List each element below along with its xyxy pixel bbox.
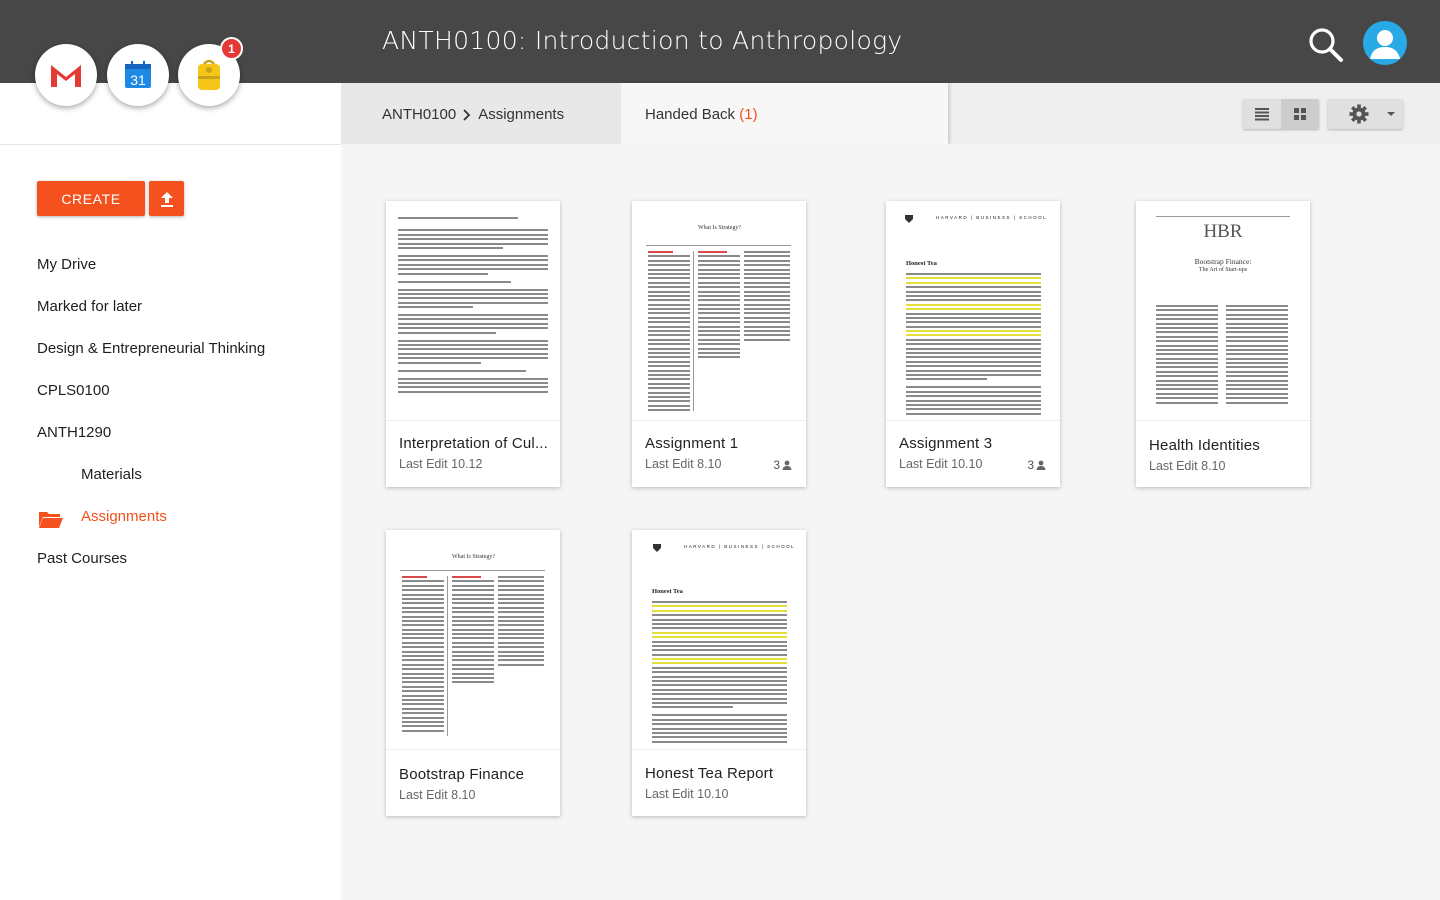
sidebar-item-assignments[interactable]: Assignments bbox=[81, 508, 167, 525]
assignment-card-honest-tea-report[interactable]: HARVARD | BUSINESS | SCHOOL Honest Tea H… bbox=[632, 530, 806, 816]
breadcrumb: ANTH0100 Assignments bbox=[382, 106, 564, 123]
shield-icon bbox=[905, 215, 913, 223]
page-title: ANTH0100: Introduction to Anthropology bbox=[382, 26, 903, 55]
doc-heading: What Is Strategy? bbox=[452, 554, 495, 560]
calendar-app-button[interactable]: 31 bbox=[107, 44, 169, 106]
assignment-card-assignment-3[interactable]: HARVARD | BUSINESS | SCHOOL Honest Tea A… bbox=[886, 201, 1060, 487]
shared-count: 3 bbox=[773, 458, 792, 472]
text-lines bbox=[398, 217, 548, 395]
list-view-icon bbox=[1255, 108, 1269, 121]
person-icon bbox=[1036, 460, 1046, 470]
notification-badge: 1 bbox=[220, 37, 243, 60]
hbr-title: Bootstrap Finance: bbox=[1194, 257, 1252, 266]
assignment-card-bootstrap-finance[interactable]: What Is Strategy? Bootstrap Finance Last… bbox=[386, 530, 560, 816]
card-date: Last Edit 8.10 bbox=[1149, 459, 1226, 473]
document-thumbnail: HARVARD | BUSINESS | SCHOOL Honest Tea bbox=[886, 201, 1060, 421]
card-title: Health Identities bbox=[1149, 437, 1260, 454]
card-title: Honest Tea Report bbox=[645, 765, 774, 782]
document-thumbnail: What Is Strategy? bbox=[386, 530, 560, 750]
card-title: Assignment 3 bbox=[899, 435, 993, 452]
assignment-card-interpretation[interactable]: Interpretation of Cul... Last Edit 10.12 bbox=[386, 201, 560, 487]
shared-count-value: 3 bbox=[1027, 458, 1034, 472]
document-thumbnail bbox=[386, 201, 560, 421]
sidebar: CREATE My Drive Marked for later Design … bbox=[0, 83, 341, 900]
breadcrumb-course[interactable]: ANTH0100 bbox=[382, 106, 456, 123]
card-date: Last Edit 8.10 bbox=[399, 788, 476, 802]
hbr-subtitle: The Art of Start-ups bbox=[1198, 267, 1248, 273]
breadcrumb-assignments[interactable]: Assignments bbox=[478, 106, 564, 123]
search-button[interactable] bbox=[1306, 24, 1346, 64]
sidebar-item-materials[interactable]: Materials bbox=[81, 466, 142, 483]
upload-icon bbox=[160, 191, 173, 207]
gmail-app-button[interactable] bbox=[35, 44, 97, 106]
doc-heading: Honest Tea bbox=[652, 588, 683, 595]
hbs-header: HARVARD | BUSINESS | SCHOOL bbox=[684, 544, 796, 549]
avatar[interactable] bbox=[1363, 21, 1407, 65]
handed-back-count: (1) bbox=[739, 106, 758, 123]
grid-view-icon bbox=[1294, 108, 1306, 120]
sidebar-item-design-entrepreneurial-thinking[interactable]: Design & Entrepreneurial Thinking bbox=[37, 340, 265, 357]
backpack-icon bbox=[198, 59, 220, 90]
content-area: ANTH0100 Assignments Handed Back (1) Int… bbox=[341, 83, 1440, 900]
sidebar-divider bbox=[0, 144, 341, 145]
shared-count-value: 3 bbox=[773, 458, 780, 472]
card-title: Bootstrap Finance bbox=[399, 766, 525, 783]
handed-back-text: Handed Back bbox=[645, 106, 736, 123]
chevron-right-icon bbox=[463, 108, 471, 121]
grid-view-button[interactable] bbox=[1281, 99, 1319, 129]
sidebar-item-past-courses[interactable]: Past Courses bbox=[37, 550, 127, 567]
sidebar-item-anth1290[interactable]: ANTH1290 bbox=[37, 424, 111, 441]
shared-count: 3 bbox=[1027, 458, 1046, 472]
shield-icon bbox=[653, 544, 661, 552]
card-date: Last Edit 10.12 bbox=[399, 457, 483, 471]
doc-heading: What Is Strategy? bbox=[698, 225, 741, 231]
document-thumbnail: HBR Bootstrap Finance: The Art of Start-… bbox=[1136, 201, 1310, 421]
person-icon bbox=[782, 460, 792, 470]
list-view-button[interactable] bbox=[1243, 99, 1281, 129]
settings-dropdown[interactable] bbox=[1328, 99, 1403, 129]
card-title: Interpretation of Cul... bbox=[399, 435, 549, 452]
tab-handed-back[interactable]: Handed Back (1) bbox=[621, 83, 948, 144]
hbs-header: HARVARD | BUSINESS | SCHOOL bbox=[936, 215, 1048, 220]
sidebar-item-marked-for-later[interactable]: Marked for later bbox=[37, 298, 142, 315]
assignment-card-assignment-1[interactable]: What Is Strategy? Assignment 1 Last Edit… bbox=[632, 201, 806, 487]
card-title: Assignment 1 bbox=[645, 435, 739, 452]
doc-heading: Honest Tea bbox=[906, 260, 937, 267]
calendar-day-label: 31 bbox=[130, 72, 146, 88]
upload-button[interactable] bbox=[149, 181, 184, 216]
hbr-logo: HBR bbox=[1203, 221, 1243, 242]
content-toolbar: ANTH0100 Assignments Handed Back (1) bbox=[341, 83, 1440, 144]
create-button[interactable]: CREATE bbox=[37, 181, 145, 216]
document-thumbnail: What Is Strategy? bbox=[632, 201, 806, 421]
document-thumbnail: HARVARD | BUSINESS | SCHOOL Honest Tea bbox=[632, 530, 806, 750]
gear-icon bbox=[1349, 104, 1395, 124]
calendar-icon: 31 bbox=[125, 61, 151, 88]
sidebar-item-cpls0100[interactable]: CPLS0100 bbox=[37, 382, 110, 399]
breadcrumb-tab: ANTH0100 Assignments bbox=[341, 83, 621, 144]
handed-back-label: Handed Back (1) bbox=[645, 106, 758, 123]
card-date: Last Edit 10.10 bbox=[645, 787, 729, 801]
user-icon bbox=[1370, 30, 1400, 59]
search-icon bbox=[1309, 28, 1343, 62]
view-toggle bbox=[1243, 99, 1319, 129]
card-date: Last Edit 8.10 bbox=[645, 457, 722, 471]
assignment-card-health-identities[interactable]: HBR Bootstrap Finance: The Art of Start-… bbox=[1136, 201, 1310, 487]
card-date: Last Edit 10.10 bbox=[899, 457, 983, 471]
assignments-grid: Interpretation of Cul... Last Edit 10.12… bbox=[341, 144, 1440, 900]
sidebar-item-my-drive[interactable]: My Drive bbox=[37, 256, 96, 273]
open-folder-icon bbox=[39, 512, 63, 528]
gmail-icon bbox=[51, 65, 81, 87]
